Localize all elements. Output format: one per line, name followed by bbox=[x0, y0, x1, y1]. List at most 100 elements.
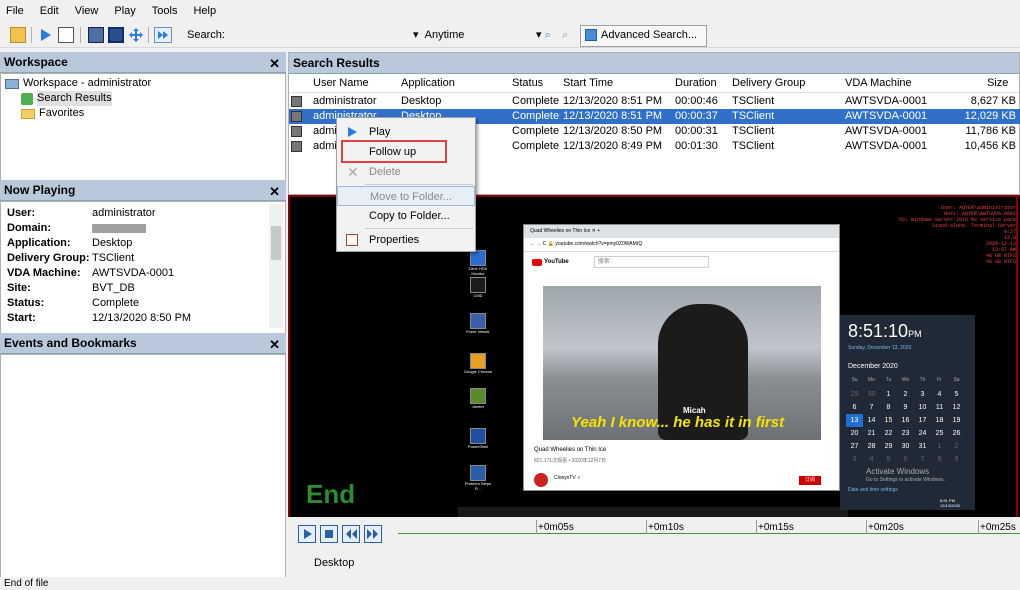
film-strip-icon[interactable] bbox=[108, 27, 124, 43]
detail-key: Domain: bbox=[7, 222, 51, 234]
table-cell: 8,627 KB bbox=[970, 95, 1016, 107]
timeline-track[interactable] bbox=[398, 533, 1020, 534]
window-icon[interactable] bbox=[58, 27, 74, 43]
binoculars-icon[interactable]: ⌕ bbox=[562, 26, 569, 44]
recording-icon bbox=[291, 141, 302, 152]
folder-icon bbox=[21, 108, 35, 119]
weekday-label: Th bbox=[919, 377, 926, 383]
calendar-day: 30 bbox=[901, 443, 910, 450]
menu-tools[interactable]: Tools bbox=[152, 5, 178, 17]
tree-item-search-results[interactable]: Search Results bbox=[5, 91, 281, 106]
video-thumbnail: Micah Yeah I know... he has it in first bbox=[543, 286, 821, 440]
menu-item-move-to-folder[interactable]: Move to Folder... bbox=[337, 186, 475, 206]
column-size[interactable]: Size bbox=[987, 74, 1008, 92]
table-cell: 10,456 KB bbox=[964, 140, 1016, 152]
table-cell: administrator bbox=[313, 95, 377, 107]
column-status[interactable]: Status bbox=[512, 74, 543, 92]
calendar-week: 20 21 22 23 24 25 26 bbox=[846, 427, 970, 440]
time-filter-select[interactable]: ▾ Anytime bbox=[413, 26, 513, 44]
tray-clock: 8:51 PM 12/13/2020 bbox=[940, 498, 961, 508]
calendar-day: 10 bbox=[918, 404, 927, 411]
table-cell: TSClient bbox=[732, 140, 775, 152]
now-playing-title: Now Playing bbox=[4, 183, 76, 197]
column-start-time[interactable]: Start Time bbox=[563, 74, 613, 92]
menu-item-properties[interactable]: Properties bbox=[337, 230, 475, 250]
close-icon[interactable]: ✕ bbox=[269, 335, 280, 355]
menu-edit[interactable]: Edit bbox=[40, 5, 59, 17]
menu-item-copy-to-folder[interactable]: Copy to Folder... bbox=[337, 206, 475, 226]
fast-forward-icon[interactable] bbox=[154, 27, 172, 43]
calendar-day: 7 bbox=[869, 404, 874, 411]
tree-item-favorites[interactable]: Favorites bbox=[5, 106, 281, 121]
end-label: End bbox=[306, 479, 356, 509]
detail-row: VDA Machine: AWTSVDA-0001 bbox=[7, 266, 279, 281]
app-icon bbox=[470, 428, 486, 444]
calendar-day: 16 bbox=[901, 417, 910, 424]
binoculars-dropdown[interactable]: ▾ ⌕ bbox=[536, 26, 551, 44]
column-user-name[interactable]: User Name bbox=[313, 74, 369, 92]
menu-file[interactable]: File bbox=[6, 5, 24, 17]
desktop-icon-label: Event Viewer bbox=[466, 329, 490, 334]
advanced-search-button[interactable]: Advanced Search... bbox=[580, 25, 707, 47]
fast-forward-button[interactable] bbox=[364, 525, 382, 543]
close-icon[interactable]: ✕ bbox=[269, 54, 280, 74]
menu-view[interactable]: View bbox=[75, 5, 99, 17]
video-subtitle: Yeah I know... he has it in first bbox=[571, 414, 785, 431]
detail-key: VDA Machine: bbox=[7, 267, 81, 279]
clock-time: 8:51:10PM bbox=[848, 321, 922, 341]
menu-item-delete[interactable]: ✕ Delete bbox=[337, 162, 475, 182]
desktop-icon: Jmeter bbox=[463, 388, 493, 409]
calendar-day: 15 bbox=[884, 417, 893, 424]
calendar-day: 28 bbox=[867, 443, 876, 450]
browser-tab: Quad Wheelies on Thin Ice ✕ + bbox=[524, 225, 839, 238]
column-vda-machine[interactable]: VDA Machine bbox=[845, 74, 912, 92]
calendar-week: 3 4 5 6 7 8 9 bbox=[846, 453, 970, 466]
timeline-tick: +0m20s bbox=[868, 522, 904, 533]
desktop-icon-label: Citrix HDX Monitor bbox=[468, 266, 488, 276]
desktop-icon: Event Viewer bbox=[463, 313, 493, 334]
column-duration[interactable]: Duration bbox=[675, 74, 717, 92]
table-cell: AWTSVDA-0001 bbox=[845, 95, 928, 107]
open-folder-icon[interactable] bbox=[10, 27, 26, 43]
column-delivery-group[interactable]: Delivery Group bbox=[732, 74, 805, 92]
detail-value: AWTSVDA-0001 bbox=[92, 267, 175, 279]
video-meta: 821,171次观看 • 2020年12月7日 bbox=[534, 458, 607, 464]
video-title: Quad Wheelies on Thin Ice bbox=[534, 447, 607, 453]
table-cell: 11,786 KB bbox=[965, 125, 1016, 137]
rewind-button[interactable] bbox=[342, 525, 360, 543]
table-cell: 00:00:46 bbox=[675, 95, 718, 107]
tree-root[interactable]: Workspace - administrator bbox=[5, 76, 281, 91]
menu-item-play[interactable]: Play bbox=[337, 122, 475, 142]
workspace-panel: Workspace ✕ Workspace - administrator Se… bbox=[0, 52, 286, 184]
calendar-day: 30 bbox=[867, 391, 876, 398]
calendar-week: 13 14 15 16 17 18 19 bbox=[846, 414, 970, 427]
scrollbar-thumb[interactable] bbox=[271, 226, 281, 260]
context-menu: Play Follow up ✕ Delete Move to Folder..… bbox=[336, 117, 476, 252]
recording-icon bbox=[291, 96, 302, 107]
calendar-day: 1 bbox=[886, 391, 891, 398]
table-row[interactable]: administrator Desktop Complete 12/13/2020 8… bbox=[289, 94, 1020, 109]
move-icon[interactable] bbox=[128, 27, 144, 43]
calendar-day: 31 bbox=[918, 443, 927, 450]
status-bar: End of file bbox=[0, 577, 1020, 590]
menu-play[interactable]: Play bbox=[114, 5, 135, 17]
detail-value: BVT_DB bbox=[92, 282, 135, 294]
scrollbar[interactable] bbox=[269, 204, 283, 328]
calendar-day: 1 bbox=[937, 443, 942, 450]
table-cell: 00:00:37 bbox=[675, 110, 718, 122]
play-button[interactable] bbox=[298, 525, 316, 543]
calendar-day: 13 bbox=[846, 414, 863, 427]
stop-button[interactable] bbox=[320, 525, 338, 543]
calendar-day: 9 bbox=[954, 456, 959, 463]
column-application[interactable]: Application bbox=[401, 74, 455, 92]
calendar-day: 3 bbox=[852, 456, 857, 463]
properties-icon bbox=[346, 234, 358, 246]
desktop-icon-label: PowerShell bbox=[467, 444, 489, 449]
time-filter-value: Anytime bbox=[424, 29, 465, 41]
close-icon[interactable]: ✕ bbox=[269, 182, 280, 202]
subscribe-button: 订阅 bbox=[799, 476, 821, 485]
film-icon[interactable] bbox=[88, 27, 104, 43]
menu-help[interactable]: Help bbox=[193, 5, 216, 17]
timeline-tick-line bbox=[756, 520, 757, 534]
play-icon[interactable] bbox=[37, 27, 53, 43]
